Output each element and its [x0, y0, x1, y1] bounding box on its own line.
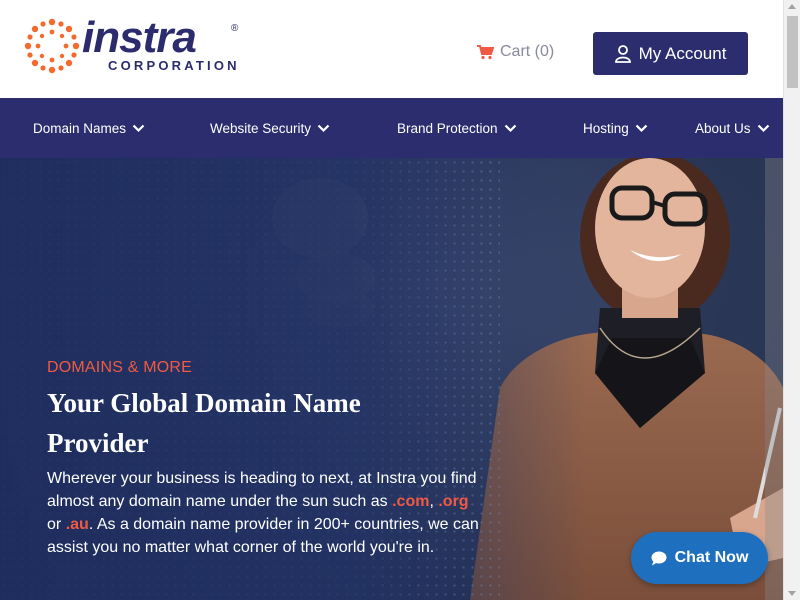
hero-text-sep: or — [47, 516, 62, 533]
scrollbar-thumb[interactable] — [787, 16, 798, 88]
nav-item-label: Website Security — [210, 120, 312, 136]
page-scrollbar[interactable] — [783, 0, 800, 600]
nav-item-website-security[interactable]: Website Security — [210, 98, 330, 158]
tld-org: .org — [438, 493, 469, 510]
chevron-down-icon — [504, 124, 516, 132]
site-header: instra ® CORPORATION Cart (0) My Account — [0, 0, 783, 98]
nav-item-domain-names[interactable]: Domain Names — [33, 98, 145, 158]
nav-item-about-us[interactable]: About Us — [695, 98, 770, 158]
my-account-label: My Account — [638, 43, 727, 63]
logo-subtitle: CORPORATION — [108, 58, 240, 73]
cart-icon — [477, 45, 494, 60]
hero-text-sep: , — [429, 493, 434, 510]
main-nav: Domain Names Website Security Brand Prot… — [0, 98, 783, 158]
nav-item-label: Brand Protection — [397, 120, 498, 136]
nav-item-hosting[interactable]: Hosting — [583, 98, 648, 158]
nav-item-label: About Us — [695, 120, 751, 136]
tld-com: .com — [392, 493, 430, 510]
logo-sunburst-icon — [24, 18, 80, 74]
tld-au: .au — [65, 516, 89, 533]
my-account-button[interactable]: My Account — [593, 32, 748, 75]
chevron-down-icon — [132, 124, 145, 132]
cart-label: Cart (0) — [500, 43, 555, 60]
scroll-down-arrow-icon[interactable] — [788, 591, 796, 596]
logo-wordmark: instra — [82, 13, 197, 62]
cart-link[interactable]: Cart (0) — [476, 42, 554, 62]
instra-logo[interactable]: instra ® CORPORATION — [24, 14, 244, 76]
nav-item-label: Domain Names — [33, 120, 127, 136]
chat-bubble-icon — [651, 551, 667, 565]
registered-mark: ® — [231, 23, 239, 34]
chat-now-button[interactable]: Chat Now — [631, 532, 768, 584]
hero-kicker: DOMAINS & MORE — [47, 359, 193, 376]
chevron-down-icon — [757, 124, 769, 132]
hero-title: Your Global Domain Name Provider — [47, 388, 361, 458]
hero-description: Wherever your business is heading to nex… — [47, 467, 487, 559]
hero-text-part: . As a domain name provider in 200+ coun… — [47, 516, 479, 556]
chat-now-label: Chat Now — [674, 549, 749, 566]
user-icon — [614, 44, 631, 63]
nav-item-brand-protection[interactable]: Brand Protection — [397, 98, 517, 158]
scroll-up-arrow-icon[interactable] — [788, 4, 796, 9]
chevron-down-icon — [635, 124, 648, 132]
nav-item-label: Hosting — [583, 120, 629, 136]
chevron-down-icon — [317, 124, 330, 132]
